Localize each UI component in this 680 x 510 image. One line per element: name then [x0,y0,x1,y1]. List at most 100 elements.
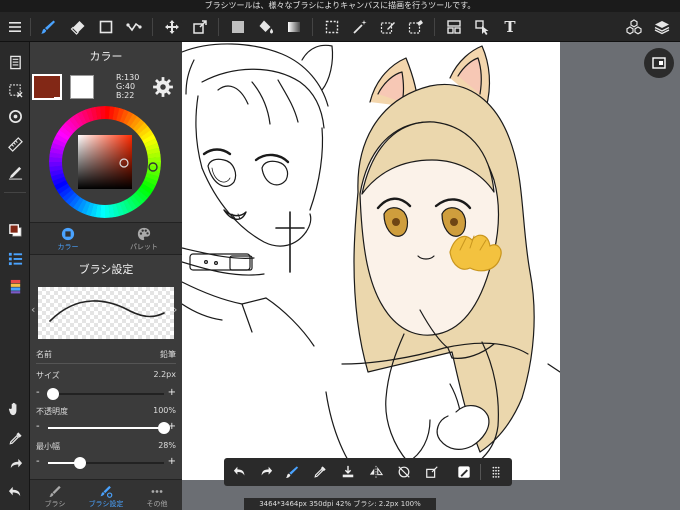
transform-tool-icon[interactable] [188,15,212,39]
frame-tool-icon[interactable] [442,15,466,39]
color-wheel-icon [61,227,75,241]
tab-brush[interactable]: ブラシ [30,480,80,510]
quick-save-icon[interactable] [338,462,358,482]
material-icon[interactable] [622,15,646,39]
rgb-readout: R:130 G:40 B:22 [116,73,139,100]
gear-icon[interactable] [152,76,174,98]
min-width-row: 最小幅 28% [36,441,176,452]
brush-panel-tabs: ブラシ ブラシ設定 その他 [30,479,182,510]
quick-stabilizer-icon[interactable] [454,462,474,482]
brush-stroke-preview [38,287,174,339]
operation-tool-icon[interactable] [470,15,494,39]
selection-clear-icon[interactable] [3,78,27,102]
opacity-decrease-button[interactable]: - [36,421,40,432]
size-row: サイズ 2.2px [36,370,176,381]
more-icon [151,490,163,493]
curve-tool-icon[interactable] [122,15,146,39]
size-label: サイズ [36,371,60,380]
color-swatch-icon[interactable] [3,218,27,242]
next-brush-icon[interactable]: › [173,303,177,316]
tab-brush-settings-label: ブラシ設定 [88,500,124,508]
navigator-button[interactable] [644,48,674,78]
layers-icon[interactable] [650,15,674,39]
tab-brush-label: ブラシ [44,500,66,508]
min-width-slider[interactable]: - + [36,456,176,469]
quick-rotate-icon[interactable] [394,462,414,482]
brush-name-row[interactable]: 名前 鉛筆 [36,349,176,360]
brush-icon [49,485,61,498]
bucket-tool-icon[interactable] [254,15,278,39]
select-eraser-icon[interactable] [404,15,428,39]
prev-brush-icon[interactable]: ‹ [31,303,35,316]
size-slider-knob[interactable] [46,388,59,400]
undo-icon[interactable] [3,480,27,504]
page-list-icon[interactable] [3,50,27,74]
quick-undo-icon[interactable] [230,462,250,482]
snap-icon[interactable] [3,104,27,128]
color-panel: カラー R:130 G:40 B:22 カラー パレット [30,42,182,254]
swatch-corner-mark [54,93,62,99]
tab-palette-label: パレット [130,243,158,251]
stabilizer-icon[interactable] [3,160,27,184]
quick-flip-icon[interactable] [366,462,386,482]
size-value: 2.2px [153,370,176,379]
menu-icon[interactable] [3,15,27,39]
opacity-label: 不透明度 [36,407,68,416]
min-width-increase-button[interactable]: + [168,456,176,467]
opacity-increase-button[interactable]: + [168,421,176,432]
magic-wand-icon[interactable] [348,15,372,39]
hand-tool-icon[interactable] [3,396,27,420]
opacity-value: 100% [153,406,176,415]
brush-panel-title: ブラシ設定 [78,263,134,276]
select-pen-icon[interactable] [376,15,400,39]
size-decrease-button[interactable]: - [36,387,40,398]
eyedropper-icon[interactable] [3,426,27,450]
tab-color-label: カラー [57,243,79,251]
color-wheel[interactable] [48,102,162,222]
brush-tool-icon[interactable] [36,15,60,39]
text-tool-icon[interactable]: T [498,15,522,39]
brush-settings-panel: ブラシ設定 ‹ › 名前 鉛筆 サイズ 2.2px - + 不透明度 100% … [30,254,182,510]
left-tool-rail [0,42,30,510]
brush-settings-icon [100,485,113,498]
color-history-icon[interactable] [3,274,27,298]
layer-list-icon[interactable] [3,246,27,270]
color-panel-tabs: カラー パレット [30,222,182,254]
gradient-tool-icon[interactable] [282,15,306,39]
size-increase-button[interactable]: + [168,387,176,398]
size-slider[interactable]: - + [36,387,176,400]
brush-name-label: 名前 [36,350,52,359]
min-width-slider-knob[interactable] [74,457,87,469]
min-width-value: 28% [158,441,176,450]
quick-grip-icon[interactable] [486,462,506,482]
tab-color[interactable]: カラー [30,223,106,255]
shape-tool-icon[interactable] [94,15,118,39]
min-width-decrease-button[interactable]: - [36,456,40,467]
color-panel-title: カラー [89,50,123,63]
rgb-g: G:40 [116,82,136,91]
color-swatches: R:130 G:40 B:22 [30,72,182,102]
redo-icon[interactable] [3,452,27,476]
fill-color-tool-icon[interactable] [226,15,250,39]
min-width-label: 最小幅 [36,442,60,451]
select-tool-icon[interactable] [320,15,344,39]
canvas-info-bar: 3464*3464px 350dpi 42% ブラシ: 2.2px 100% [244,498,436,510]
tab-more[interactable]: その他 [132,480,182,510]
canvas-artwork [182,43,560,480]
quick-eyedropper-icon[interactable] [310,462,330,482]
tab-palette[interactable]: パレット [106,223,182,255]
quick-transform-icon[interactable] [422,462,442,482]
rgb-b: B:22 [116,91,135,100]
opacity-slider[interactable]: - + [36,421,176,434]
sub-color-swatch[interactable] [70,75,94,99]
drawing-canvas[interactable] [182,42,560,480]
palette-icon [137,227,151,241]
eraser-tool-icon[interactable] [66,15,90,39]
move-tool-icon[interactable] [160,15,184,39]
tab-brush-settings[interactable]: ブラシ設定 [80,480,132,510]
quick-brush-icon[interactable] [282,462,302,482]
quick-action-bar [224,458,512,486]
navigator-icon [652,57,666,69]
quick-redo-icon[interactable] [256,462,276,482]
ruler-icon[interactable] [3,132,27,156]
